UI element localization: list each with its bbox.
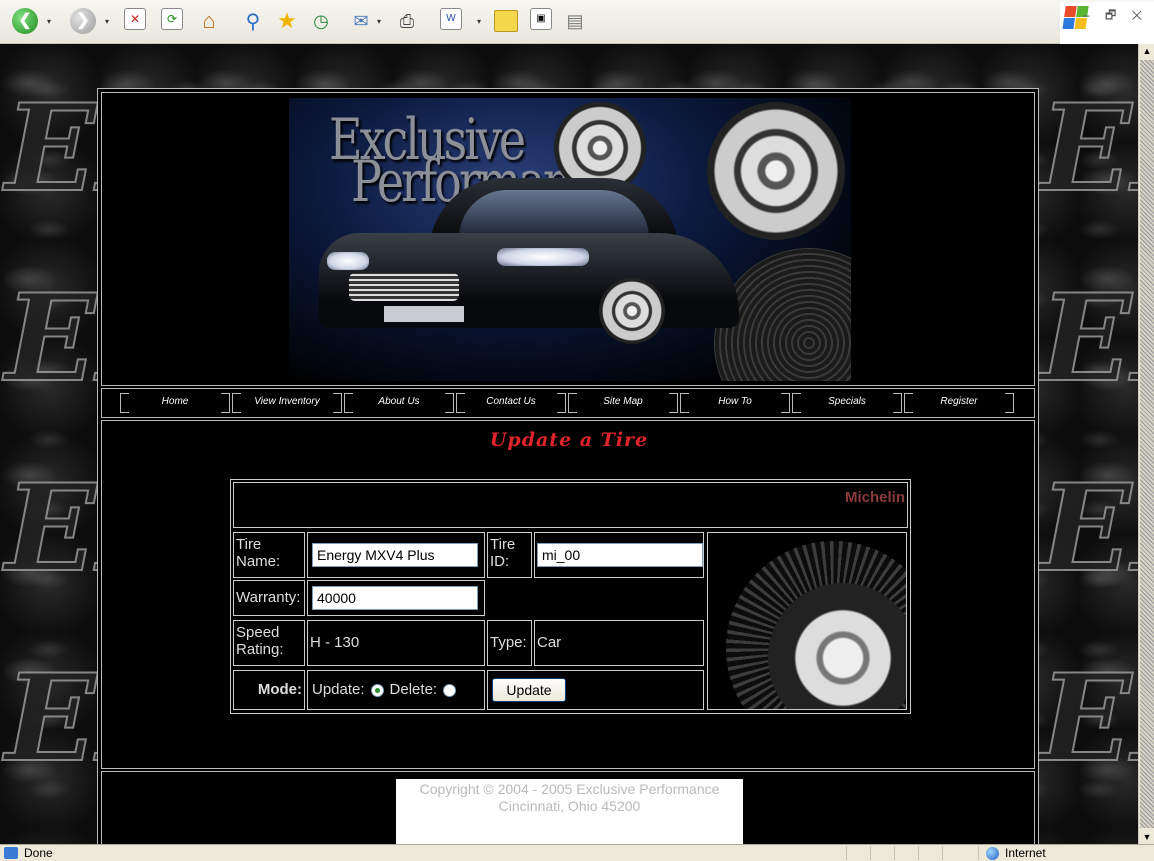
tire-name-input[interactable] <box>312 543 478 567</box>
tire-name-cell <box>307 532 485 578</box>
footer: Copyright © 2004 - 2005 Exclusive Perfor… <box>101 771 1035 844</box>
status-separator <box>894 846 895 860</box>
status-bar: Done Internet <box>0 844 1154 861</box>
status-separator <box>870 846 871 860</box>
edit-dropdown-icon[interactable]: ▾ <box>474 8 484 34</box>
refresh-icon[interactable]: ⟳ <box>161 8 183 30</box>
mail-dropdown-icon[interactable]: ▾ <box>374 8 384 34</box>
bg-monogram: EP <box>4 77 188 220</box>
car-wheel <box>599 278 665 344</box>
home-icon[interactable]: ⌂ <box>196 8 222 34</box>
mail-icon[interactable]: ✉ <box>348 8 374 34</box>
back-dropdown-icon[interactable]: ▾ <box>44 8 54 34</box>
main-nav: Home View Inventory About Us Contact Us … <box>101 388 1035 418</box>
back-icon[interactable]: ❮ <box>12 8 38 34</box>
warranty-cell <box>307 580 485 616</box>
window-controls[interactable]: – 🗗 ✕ <box>1083 6 1148 27</box>
banner-image: Exclusive Performance <box>289 98 851 381</box>
discuss-icon[interactable] <box>494 10 518 32</box>
bg-monogram: EP <box>1039 267 1138 410</box>
warranty-label: Warranty: <box>233 580 305 616</box>
nav-site-map[interactable]: Site Map <box>573 396 673 407</box>
brand-name: Michelin <box>844 489 905 506</box>
status-text: Done <box>24 846 53 860</box>
type-value: Car <box>534 620 704 666</box>
type-label: Type: <box>487 620 532 666</box>
nav-about-us[interactable]: About Us <box>349 396 449 407</box>
history-icon[interactable]: ◷ <box>308 8 334 34</box>
nav-specials[interactable]: Specials <box>797 396 897 407</box>
update-button[interactable]: Update <box>492 678 566 702</box>
status-separator <box>942 846 943 860</box>
car-plate <box>384 306 464 322</box>
page-viewport: EP EP EP EP EP EP EP EP Exclusive Perfor… <box>0 44 1138 844</box>
car-grille <box>349 273 459 301</box>
nav-view-inventory[interactable]: View Inventory <box>237 396 337 407</box>
update-tire-form: Michelin Tire Name: Tire ID: Warranty: S… <box>230 479 911 714</box>
scroll-up-arrow-icon[interactable]: ▲ <box>1140 44 1154 58</box>
update-option-label: Update: <box>312 681 365 698</box>
speed-rating-label: Speed Rating: <box>233 620 305 666</box>
warranty-input[interactable] <box>312 586 478 610</box>
delete-radio[interactable] <box>443 683 457 697</box>
speed-rating-value: H - 130 <box>307 620 485 666</box>
mode-options: Update: Delete: <box>307 670 485 710</box>
bg-monogram: EP <box>4 457 188 600</box>
headlight <box>497 248 589 266</box>
nav-register[interactable]: Register <box>909 396 1009 407</box>
nav-contact-us[interactable]: Contact Us <box>461 396 561 407</box>
copyright-text: Copyright © 2004 - 2005 Exclusive Perfor… <box>419 781 720 797</box>
scroll-down-arrow-icon[interactable]: ▼ <box>1140 830 1154 844</box>
forward-dropdown-icon[interactable]: ▾ <box>102 8 112 34</box>
search-icon[interactable]: ⚲ <box>240 8 266 34</box>
favorites-icon[interactable]: ★ <box>274 8 300 34</box>
banner: Exclusive Performance <box>101 92 1035 386</box>
status-separator <box>978 846 979 860</box>
page-icon <box>4 847 18 859</box>
tire-id-input[interactable] <box>537 543 703 567</box>
submit-cell: Update <box>487 670 704 710</box>
car-image <box>319 178 739 348</box>
edit-icon[interactable]: W <box>440 8 462 30</box>
mode-label: Mode: <box>233 670 305 710</box>
tire-photo <box>707 532 907 710</box>
car-window <box>459 190 649 238</box>
footer-box: Copyright © 2004 - 2005 Exclusive Perfor… <box>396 779 743 844</box>
page-title: Update a Tire <box>489 429 649 451</box>
nav-home[interactable]: Home <box>125 396 225 407</box>
headlight <box>327 252 369 270</box>
status-separator <box>846 846 847 860</box>
address-text: Cincinnati, Ohio 45200 <box>498 798 641 814</box>
status-separator <box>918 846 919 860</box>
security-zone: Internet <box>1005 846 1046 860</box>
tire-id-label: Tire ID: <box>487 532 532 578</box>
windows-logo: – 🗗 ✕ <box>1060 2 1154 44</box>
tire-id-cell <box>534 532 704 578</box>
print-icon[interactable]: ⎙ <box>394 8 420 34</box>
content-area: Update a Tire Michelin Tire Name: Tire I… <box>101 420 1035 769</box>
bg-monogram: EP <box>1039 457 1138 600</box>
nav-how-to[interactable]: How To <box>685 396 785 407</box>
scroll-thumb[interactable] <box>1140 60 1154 828</box>
browser-toolbar: ❮ ▾ ❯ ▾ ✕ ⟳ ⌂ ⚲ ★ ◷ ✉ ▾ ⎙ W ▾ ▣ ▤ – 🗗 ✕ <box>0 0 1154 44</box>
bg-monogram: EP <box>1039 77 1138 220</box>
stop-icon[interactable]: ✕ <box>124 8 146 30</box>
forward-icon[interactable]: ❯ <box>70 8 96 34</box>
brand-header: Michelin <box>233 482 908 528</box>
research-icon[interactable]: ▤ <box>562 8 588 34</box>
vertical-scrollbar[interactable]: ▲ ▼ <box>1138 44 1154 844</box>
globe-icon <box>986 847 999 860</box>
messenger-icon[interactable]: ▣ <box>530 8 552 30</box>
update-radio[interactable] <box>370 683 384 697</box>
bg-monogram: EP <box>4 647 188 790</box>
delete-option-label: Delete: <box>389 681 438 698</box>
site-container: Exclusive Performance <box>97 88 1039 844</box>
bg-monogram: EP <box>4 267 188 410</box>
bg-monogram: EP <box>1039 647 1138 790</box>
tire-name-label: Tire Name: <box>233 532 305 578</box>
